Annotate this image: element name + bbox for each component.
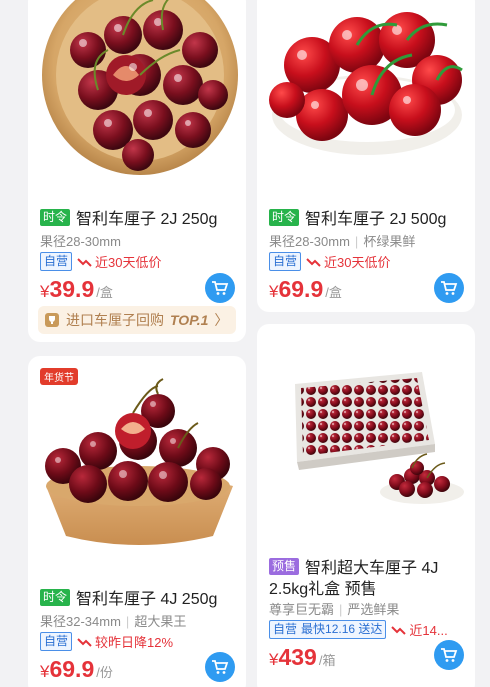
price-value: 439: [278, 644, 317, 670]
cart-icon: [441, 648, 458, 662]
trend-down-icon: [391, 625, 407, 635]
product-image-4[interactable]: [257, 324, 475, 534]
product-spec: 果径32-34mm | 超大果王: [40, 611, 186, 630]
product-price: ¥39.9/盒: [40, 276, 113, 303]
divider: |: [339, 602, 343, 617]
trend-down-icon: [77, 637, 92, 647]
product-title: 智利车厘子 4J 250g: [76, 591, 218, 608]
new-year-festival-badge: 年货节: [40, 368, 78, 385]
price-value: 69.9: [49, 656, 95, 682]
low-price-badge: 近30天低价: [306, 252, 390, 271]
cart-icon: [441, 281, 458, 295]
product-title-row: 时令 智利车厘子 2J 250g: [40, 205, 238, 229]
spec-text: 果径28-30mm: [40, 234, 121, 249]
spec-text-2: 严选鲜果: [347, 602, 400, 617]
product-card-4[interactable]: 预售 智利超大车厘子 4J 2.5kg礼盒 预售 尊享巨无霸 | 严选鲜果 自营 最…: [257, 324, 475, 687]
self-operated-badge: 自营: [269, 252, 302, 271]
spec-text-2: 超大果王: [134, 614, 187, 629]
spec-text: 果径32-34mm: [40, 614, 121, 629]
presale-tag: 预售: [269, 557, 300, 575]
divider: |: [354, 234, 359, 249]
spec-text: 果径28-30mm: [269, 234, 350, 249]
price-value: 69.9: [278, 276, 324, 302]
rank-text: 进口车厘子回购: [66, 312, 164, 328]
badge-row: 自营 最快12.16 送达 近14...: [269, 620, 448, 639]
self-operated-badge: 自营 最快12.16 送达: [269, 620, 387, 639]
badge-row: 自营 近30天低价: [40, 252, 161, 271]
spec-text-2: 杯绿果鲜: [363, 234, 416, 249]
seasonal-tag: 时令: [40, 588, 71, 606]
low-price-text: 近30天低价: [95, 255, 162, 270]
price-unit: /份: [96, 665, 113, 680]
low-price-badge: 近14...: [391, 620, 448, 639]
seasonal-tag: 时令: [40, 208, 71, 226]
product-image-2[interactable]: [257, 0, 475, 190]
add-to-cart-button[interactable]: [205, 273, 235, 303]
product-image-1[interactable]: [28, 0, 246, 190]
price-value: 39.9: [49, 276, 95, 302]
cart-icon: [212, 660, 229, 674]
chevron-right-icon: 〉: [214, 312, 229, 328]
product-title-line2: 2.5kg礼盒 预售: [269, 581, 377, 598]
delivery-time: 最快12.16 送达: [301, 622, 383, 636]
product-title: 智利车厘子 2J 500g: [305, 211, 447, 228]
product-price: ¥69.9/份: [40, 656, 113, 683]
low-price-badge: 近30天低价: [77, 252, 161, 271]
product-spec: 果径28-30mm | 杯绿果鲜: [269, 231, 415, 250]
price-unit: /盒: [96, 285, 113, 300]
product-spec: 尊享巨无霸 | 严选鲜果: [269, 599, 399, 618]
add-to-cart-button[interactable]: [434, 273, 464, 303]
seasonal-tag: 时令: [269, 208, 300, 226]
repurchase-rank-bar[interactable]: 进口车厘子回购 TOP.1 〉: [38, 306, 236, 334]
badge-row: 自营 较昨日降12%: [40, 632, 173, 651]
badge-row: 自营 近30天低价: [269, 252, 390, 271]
price-unit: /盒: [325, 285, 342, 300]
price-drop-text: 较昨日降12%: [95, 635, 174, 650]
product-title-row: 时令 智利车厘子 4J 250g: [40, 585, 238, 609]
price-drop-badge: 较昨日降12%: [77, 632, 173, 651]
trend-down-icon: [306, 257, 321, 267]
product-title: 智利车厘子 2J 250g: [76, 211, 218, 228]
product-price: ¥69.9/盒: [269, 276, 342, 303]
product-price: ¥439/箱: [269, 644, 335, 671]
product-spec: 果径28-30mm: [40, 231, 121, 250]
self-operated-label: 自营: [273, 622, 298, 636]
self-operated-badge: 自营: [40, 632, 73, 651]
self-operated-badge: 自营: [40, 252, 73, 271]
low-price-text: 近30天低价: [324, 255, 391, 270]
product-card-1[interactable]: 时令 智利车厘子 2J 250g 果径28-30mm 自营 近30天低价 ¥39…: [28, 0, 246, 342]
product-card-2[interactable]: 时令 智利车厘子 2J 500g 果径28-30mm | 杯绿果鲜 自营 近30天低…: [257, 0, 475, 312]
divider: |: [125, 614, 130, 629]
trophy-icon: [45, 313, 59, 327]
product-card-3[interactable]: 年货节 时令 智利车厘子 4J 250g 果径32-34mm | 超大果王 自营 较…: [28, 356, 246, 687]
rank-top: TOP.1: [170, 312, 209, 328]
product-title-row: 时令 智利车厘子 2J 500g: [269, 205, 467, 229]
trend-down-icon: [77, 257, 92, 267]
price-unit: /箱: [318, 653, 336, 668]
add-to-cart-button[interactable]: [205, 652, 235, 682]
product-image-3[interactable]: [28, 356, 246, 566]
cart-icon: [212, 281, 229, 295]
add-to-cart-button[interactable]: [434, 640, 464, 670]
low-price-text: 近14...: [409, 623, 448, 638]
spec-text: 尊享巨无霸: [269, 602, 335, 617]
